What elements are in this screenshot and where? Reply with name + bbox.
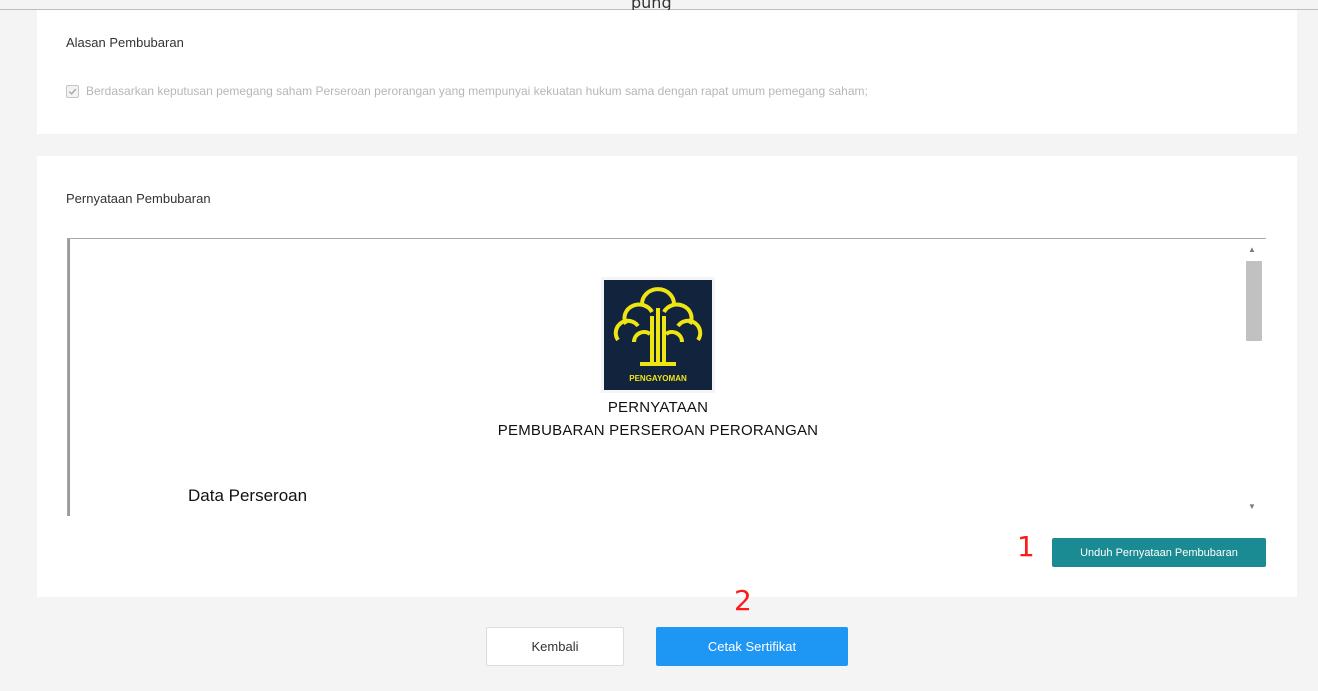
pengayoman-logo: PENGAYOMAN <box>601 277 715 393</box>
print-certificate-button[interactable]: Cetak Sertifikat <box>656 627 848 666</box>
reason-option-text: Berdasarkan keputusan pemegang saham Per… <box>86 84 868 98</box>
reason-card: Alasan Pembubaran Berdasarkan keputusan … <box>37 10 1297 134</box>
document-scrollbar[interactable]: ▲ ▼ <box>1238 239 1266 516</box>
scroll-up-arrow-icon[interactable]: ▲ <box>1238 241 1266 257</box>
document-title-line1: PERNYATAAN <box>607 399 709 416</box>
annotation-marker-2: 2 <box>734 584 752 617</box>
document-subheading: Data Perseroan <box>188 486 308 505</box>
logo-caption: PENGAYOMAN <box>629 374 687 383</box>
back-button[interactable]: Kembali <box>486 627 624 666</box>
reason-checkbox <box>66 84 79 98</box>
statement-card: Pernyataan Pembubaran PENGAYOMAN PERNYAT… <box>37 156 1297 597</box>
scroll-thumb[interactable] <box>1246 261 1262 341</box>
pengayoman-tree-icon: PENGAYOMAN <box>613 287 703 383</box>
reason-option: Berdasarkan keputusan pemegang saham Per… <box>66 84 868 98</box>
logo-emblem: PENGAYOMAN <box>604 280 712 390</box>
statement-section-label: Pernyataan Pembubaran <box>66 191 211 206</box>
document-preview[interactable]: PENGAYOMAN PERNYATAAN PEMBUBARAN PERSERO… <box>67 238 1266 516</box>
scroll-down-arrow-icon[interactable]: ▼ <box>1238 498 1266 514</box>
reason-section-label: Alasan Pembubaran <box>66 35 184 50</box>
document-title-line2: PEMBUBARAN PERSEROAN PERORANGAN <box>497 422 819 439</box>
download-statement-button[interactable]: Unduh Pernyataan Pembubaran <box>1052 538 1266 567</box>
check-icon <box>68 88 77 95</box>
annotation-marker-1: 1 <box>1017 530 1035 563</box>
viewer-left-edge <box>68 239 70 516</box>
